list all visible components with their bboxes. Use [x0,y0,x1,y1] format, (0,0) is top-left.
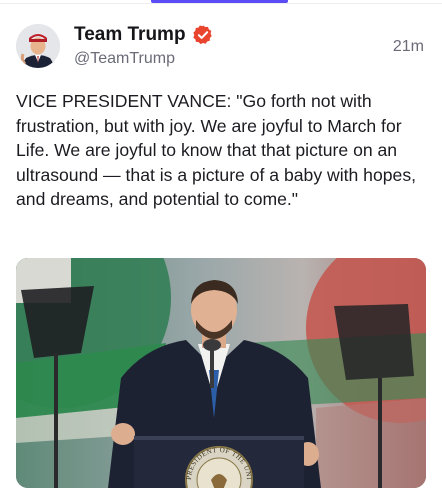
author-avatar[interactable] [16,24,60,68]
verified-badge-icon [193,25,212,45]
post-media-image[interactable]: PRESIDENT OF THE UNITED [16,258,426,488]
post-timestamp[interactable]: 21m [393,38,424,56]
top-divider [0,3,442,4]
author-handle[interactable]: @TeamTrump [74,50,175,68]
author-name[interactable]: Team Trump [74,24,186,46]
post-body: VICE PRESIDENT VANCE: "Go forth not with… [16,91,417,209]
avatar-image [16,24,60,68]
